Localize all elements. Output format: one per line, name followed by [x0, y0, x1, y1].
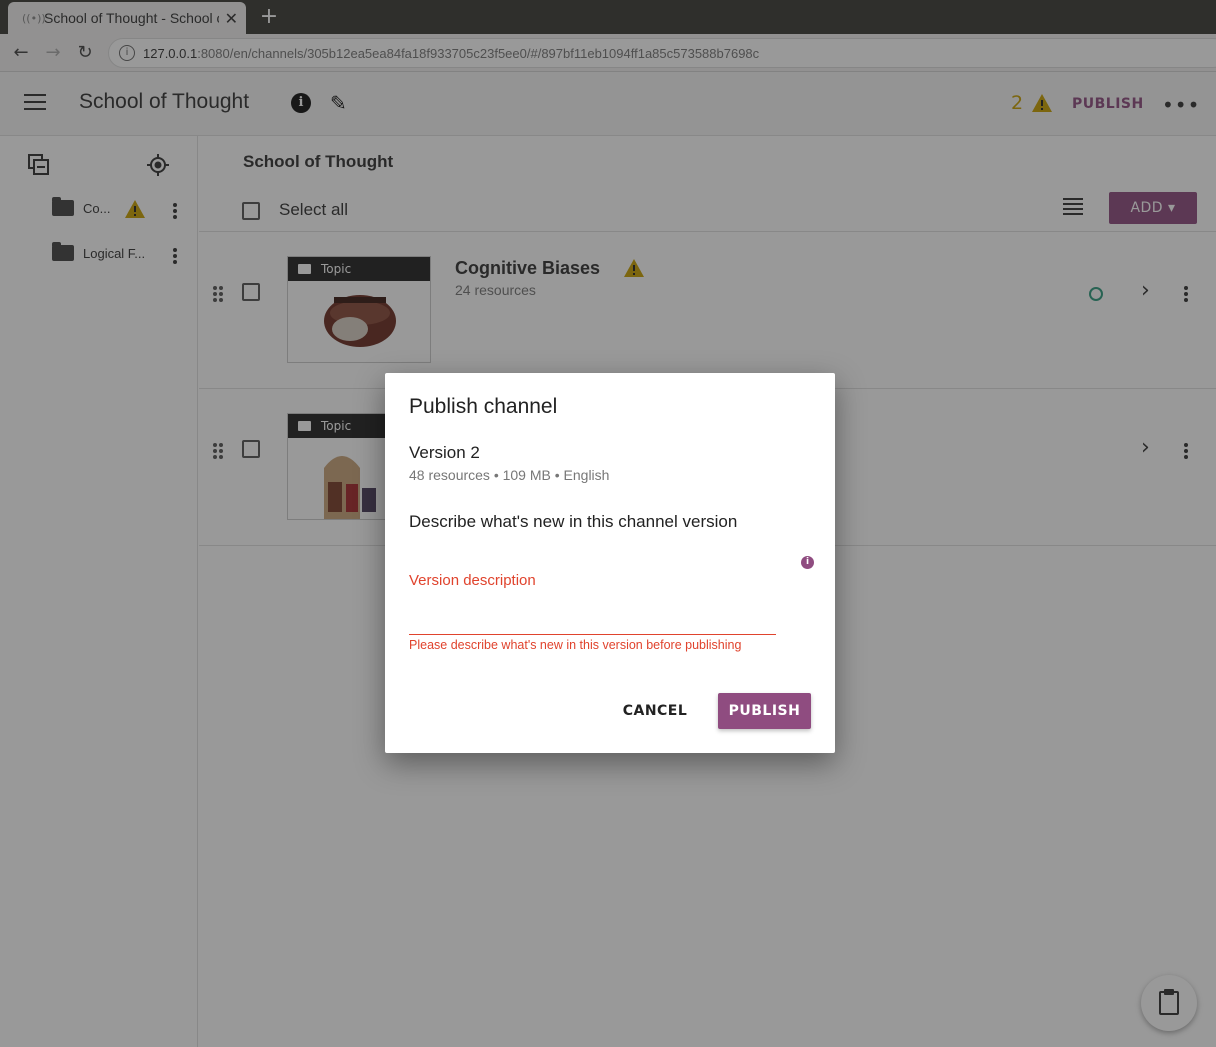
channel-meta: 48 resources • 109 MB • English	[409, 467, 610, 483]
version-description-label: Version description	[409, 572, 536, 589]
info-icon[interactable]: i	[801, 556, 814, 569]
version-description-input[interactable]	[409, 595, 776, 635]
dialog-title: Publish channel	[409, 395, 558, 418]
describe-prompt: Describe what's new in this channel vers…	[409, 512, 738, 531]
cancel-button[interactable]: CANCEL	[619, 693, 691, 729]
validation-error: Please describe what's new in this versi…	[409, 638, 742, 652]
publish-dialog: Publish channel Version 2 48 resources •…	[385, 373, 835, 753]
publish-confirm-button[interactable]: PUBLISH	[718, 693, 811, 729]
version-label: Version 2	[409, 443, 480, 462]
